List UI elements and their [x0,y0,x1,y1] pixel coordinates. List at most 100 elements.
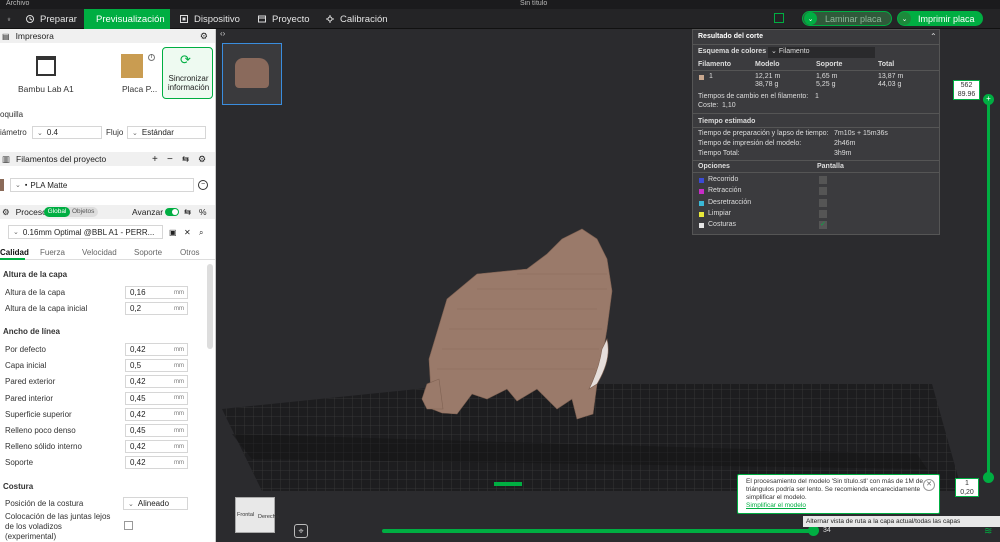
line-width-input[interactable]: 0,42 mm [125,456,188,470]
setting-value: 0,42 [130,345,146,354]
display-checkbox[interactable] [819,176,827,184]
window-title: Sin título [520,0,548,7]
search-icon[interactable]: ⌕ [199,228,203,238]
close-icon[interactable]: ✕ [184,228,191,237]
simplify-model-link[interactable]: Simplificar el modelo [746,502,931,510]
remove-icon[interactable]: − [167,154,173,165]
tab-fuerza[interactable]: Fuerza [40,248,65,257]
plate-origin-marker [494,482,522,486]
gear-icon[interactable]: ⚙ [200,31,208,42]
tab-proyecto[interactable]: Proyecto [250,9,317,29]
display-checkbox[interactable] [819,187,827,196]
printer-card[interactable]: Bambu Lab A1 [0,46,105,101]
line-width-input[interactable]: 0,42 mm [125,407,188,421]
cube-face: Frontal Derecha [235,497,279,533]
time-section-title: Tiempo estimado [698,118,756,125]
legend-swatch [699,211,704,217]
option-label: Costuras [708,221,737,229]
view-reset-icon[interactable]: ⌖ [294,524,308,538]
line-width-input[interactable]: 0,42 mm [125,375,188,389]
cost-label: Coste: [698,102,719,109]
total-time-label: Tiempo Total: [698,150,740,157]
layers-icon[interactable]: ≋ [984,526,995,537]
total-weight: 44,03 g [878,81,902,88]
tab-soporte[interactable]: Soporte [134,248,162,257]
scope-toggle[interactable]: Global Objetos [44,207,98,217]
setting-label: Soporte [5,458,34,468]
display-checkbox[interactable] [819,209,827,218]
cube-front-label: Frontal [237,512,255,518]
top-layer-number: 562 [960,82,973,89]
layer-height-input[interactable]: 0,16 mm [125,286,188,299]
seam-overhang-checkbox[interactable] [124,521,133,530]
tab-calibracion[interactable]: Calibración [318,9,395,29]
layer-slider-top-handle[interactable]: + [983,94,994,105]
layer-slider-track[interactable] [987,100,990,478]
tab-velocidad[interactable]: Velocidad [82,248,117,257]
save-icon[interactable]: ▣ [169,228,177,237]
chevron-down-icon: ⌄ [128,500,134,508]
gear-icon[interactable]: ⚙ [198,154,206,165]
plate-thumbnail-1[interactable] [222,43,282,105]
print-plate-button[interactable]: ⌄ Imprimir placa [897,11,983,26]
global-option[interactable]: Global [44,207,70,217]
flow-select[interactable]: ⌄ Estándar [127,126,206,139]
model-elephant [421,228,613,420]
tab-previsualizacion[interactable]: Previsualización [84,9,170,29]
navigation-cube[interactable]: Frontal Derecha [229,489,283,535]
unit-label: mm [174,378,184,385]
menu-file[interactable]: Archivo [6,0,29,7]
setting-value: Alineado [137,499,170,508]
compare-icon[interactable]: ⇆ [184,207,191,218]
tab-label: Calibración [340,13,388,25]
setting-label: Relleno sólido interno [5,442,82,452]
layout-icon[interactable] [774,13,784,23]
unit-label: mm [174,459,184,466]
color-scheme-select[interactable]: ⌄ Filamento [768,47,875,58]
move-slider-track[interactable] [382,529,814,533]
line-width-input[interactable]: 0,42 mm [125,440,188,454]
color-scheme-value: Filamento [778,48,810,55]
minus-circle-icon[interactable]: − [198,180,208,190]
collapse-icon[interactable]: ‹› [220,29,225,38]
slice-plate-button[interactable]: ⌄ Laminar placa [802,11,892,26]
process-section-title: Proceso [15,207,47,217]
line-width-input[interactable]: 0,45 mm [125,391,188,405]
sync-filament-icon[interactable]: ⇆ [182,154,189,165]
group-title: Ancho de línea [3,327,60,336]
back-icon[interactable] [0,9,18,29]
settings-scrollbar[interactable] [207,264,213,349]
filament-color-swatch [0,179,4,191]
advanced-toggle[interactable] [165,208,179,216]
collapse-up-icon[interactable]: ⌃ [930,32,937,41]
seam-position-select[interactable]: ⌄ Alineado [123,497,188,510]
notification-text: El procesamiento del modelo 'Sin título.… [746,478,923,501]
printer-section-header: ▤ Impresora ⚙ [0,29,215,43]
process-preset-select[interactable]: ⌄ 0.16mm Optimal @BBL A1 - PERR... [8,225,163,239]
filament-select[interactable]: ⌄ ▪ PLA Matte [10,178,194,192]
setting-value: 0,5 [130,361,142,371]
objects-option[interactable]: Objetos [72,207,94,217]
initial-layer-height-input[interactable]: 0,2 mm [125,302,188,315]
unit-label: mm [174,289,184,296]
add-icon[interactable]: + [152,154,158,165]
display-checkbox[interactable]: ✓ [819,221,827,230]
line-width-input[interactable]: 0,5 mm [125,359,188,373]
info-icon[interactable]: i [148,54,155,61]
sync-button[interactable]: ⟳ Sincronizar información [162,47,213,99]
line-width-input[interactable]: 0,45 mm [125,424,188,437]
divider [693,44,939,45]
line-width-input[interactable]: 0,42 mm [125,343,188,356]
tab-otros[interactable]: Otros [180,248,200,257]
printer-name: Bambu Lab A1 [18,84,74,94]
tab-preparar[interactable]: Preparar [18,9,84,29]
tab-dispositivo[interactable]: Dispositivo [172,9,247,29]
tab-calidad[interactable]: Calidad [0,248,29,257]
layer-slider-bottom-handle[interactable] [983,472,994,483]
close-icon[interactable]: ✕ [923,479,935,491]
percent-icon[interactable]: % [199,207,207,217]
display-checkbox[interactable] [819,198,827,207]
plate-card[interactable]: i Placa P... [108,46,158,101]
settings-sidebar: ▤ Impresora ⚙ Bambu Lab A1 i Placa P... … [0,29,216,542]
diameter-select[interactable]: ⌄ 0.4 [32,126,102,139]
